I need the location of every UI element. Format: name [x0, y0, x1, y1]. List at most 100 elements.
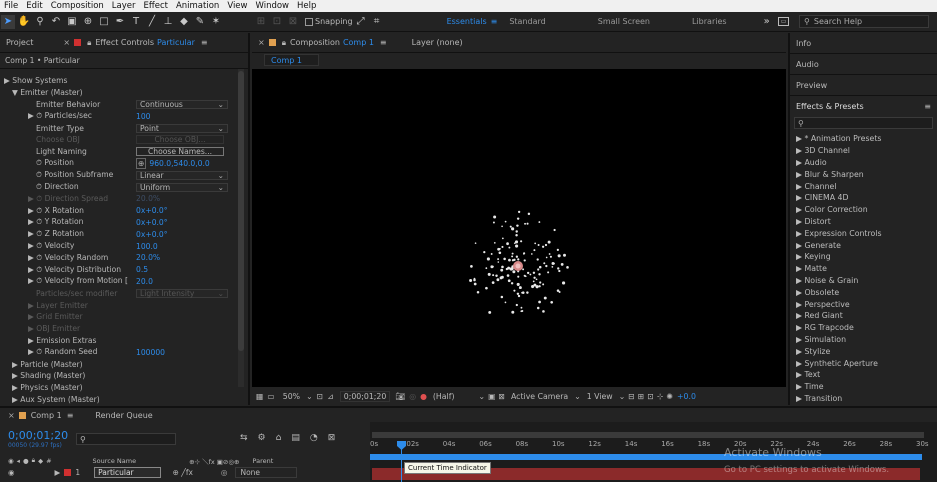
- effects-category[interactable]: ▶ RG Trapcode: [790, 322, 937, 334]
- graph-editor-icon[interactable]: ⊠: [328, 433, 336, 443]
- menu-animation[interactable]: Animation: [172, 1, 223, 11]
- property-row[interactable]: ▶ ⏱ Velocity from Motion [20.0: [0, 276, 248, 288]
- rotation-tool-icon[interactable]: ↶: [49, 15, 63, 29]
- property-value[interactable]: 0x+0.0°: [136, 230, 168, 239]
- effects-category[interactable]: ▶ Noise & Grain: [790, 275, 937, 287]
- effects-category[interactable]: ▶ Distort: [790, 216, 937, 228]
- preview-panel-header[interactable]: Preview: [790, 75, 937, 96]
- video-switch-icon[interactable]: ◉: [8, 457, 14, 465]
- world-axis-icon[interactable]: ⊡: [270, 15, 284, 29]
- property-row[interactable]: ▶ ⏱ Y Rotation 0x+0.0°: [0, 217, 248, 229]
- label-icon[interactable]: ◆: [38, 457, 43, 465]
- search-help-field[interactable]: ⚲ Search Help: [799, 15, 929, 28]
- effects-category[interactable]: ▶ Stylize: [790, 345, 937, 357]
- resolution-dropdown[interactable]: (Half): [433, 392, 455, 401]
- view-axis-icon[interactable]: ⊠: [286, 15, 300, 29]
- workspace-menu-icon[interactable]: ≡: [491, 17, 498, 26]
- position-value[interactable]: 960.0,540.0,0.0: [149, 159, 209, 168]
- chevron-down-icon[interactable]: ⌄: [479, 392, 486, 401]
- expand-icon[interactable]: ▶: [55, 468, 61, 477]
- workspace-small-screen[interactable]: Small Screen: [598, 17, 650, 26]
- layer-tab[interactable]: Layer (none): [412, 38, 463, 47]
- property-row[interactable]: Light Naming Choose Names...: [0, 146, 248, 158]
- property-dropdown[interactable]: Light Intensity ⌄: [136, 288, 228, 298]
- effects-category[interactable]: ▶ Time: [790, 381, 937, 393]
- comp-mini-flowchart-icon[interactable]: ⇆: [240, 433, 248, 443]
- close-icon[interactable]: ×: [8, 411, 15, 420]
- axis-icon[interactable]: ⊞: [254, 15, 268, 29]
- property-dropdown[interactable]: Linear ⌄: [136, 170, 228, 180]
- effects-category[interactable]: ▶ Transition: [790, 393, 937, 405]
- property-value[interactable]: 0x+0.0°: [136, 206, 168, 215]
- property-value[interactable]: 20.0%: [136, 194, 160, 203]
- roi-icon[interactable]: ▣: [488, 392, 495, 401]
- property-value[interactable]: 100.0: [136, 242, 158, 251]
- work-area-range[interactable]: [370, 454, 922, 460]
- property-dropdown[interactable]: Uniform ⌄: [136, 182, 228, 192]
- panel-menu-icon[interactable]: ≡: [201, 38, 208, 47]
- chevron-down-icon[interactable]: ⌄: [574, 392, 581, 401]
- effects-category[interactable]: ▶ Color Correction: [790, 204, 937, 216]
- property-row[interactable]: ▶ Show Systems: [0, 75, 248, 87]
- eraser-tool-icon[interactable]: ◆: [177, 15, 191, 29]
- menu-window[interactable]: Window: [251, 1, 293, 11]
- menu-view[interactable]: View: [223, 1, 251, 11]
- workspace-standard[interactable]: Standard: [509, 17, 545, 26]
- workspace-essentials[interactable]: Essentials: [447, 17, 487, 26]
- effects-category[interactable]: ▶ * Animation Presets: [790, 133, 937, 145]
- exposure-reset-icon[interactable]: ✺: [666, 392, 673, 401]
- type-tool-icon[interactable]: T: [129, 15, 143, 29]
- camera-tool-icon[interactable]: ▣: [65, 15, 79, 29]
- snapping-checkbox[interactable]: [305, 17, 313, 26]
- close-icon[interactable]: ×: [63, 38, 70, 47]
- show-snapshot-icon[interactable]: ◎: [409, 392, 416, 401]
- comp-chip[interactable]: Comp 1: [264, 54, 319, 66]
- timeline-search-field[interactable]: ⚲: [76, 433, 176, 445]
- snap-icon[interactable]: ⤢: [354, 15, 368, 29]
- audio-switch-icon[interactable]: ◂: [17, 457, 20, 465]
- menu-composition[interactable]: Composition: [47, 1, 108, 11]
- property-row[interactable]: ▶ Shading (Master): [0, 370, 248, 382]
- panel-menu-icon[interactable]: ≡: [67, 411, 74, 420]
- lock-icon[interactable]: 🔒︎: [87, 38, 91, 48]
- project-tab[interactable]: Project: [6, 38, 33, 47]
- property-row[interactable]: ⏱ Position ⊕ 960.0,540.0,0.0: [0, 157, 248, 170]
- effects-category[interactable]: ▶ Blur & Sharpen: [790, 168, 937, 180]
- zoom-dropdown[interactable]: 50%: [283, 392, 300, 401]
- toggle-pixel-aspect-icon[interactable]: ⊟: [628, 392, 635, 401]
- pan-behind-tool-icon[interactable]: ⊕: [81, 15, 95, 29]
- brush-tool-icon[interactable]: ╱: [145, 15, 159, 29]
- motion-blur-icon[interactable]: ◔: [310, 433, 318, 443]
- menu-help[interactable]: Help: [293, 1, 320, 11]
- property-row[interactable]: ⏱ Direction Uniform ⌄: [0, 181, 248, 193]
- scrollbar-thumb[interactable]: [238, 71, 244, 351]
- fit-icon[interactable]: ⊡: [317, 392, 324, 401]
- property-row[interactable]: ▶ Emission Extras: [0, 335, 248, 347]
- pen-tool-icon[interactable]: ✒: [113, 15, 127, 29]
- effects-category[interactable]: ▶ CINEMA 4D: [790, 192, 937, 204]
- effects-category[interactable]: ▶ Obsolete: [790, 286, 937, 298]
- effects-category[interactable]: ▶ Perspective: [790, 298, 937, 310]
- property-row[interactable]: ▼ Emitter (Master): [0, 87, 248, 99]
- property-row[interactable]: Particles/sec modifier Light Intensity ⌄: [0, 287, 248, 299]
- camera-dropdown[interactable]: Active Camera: [511, 392, 568, 401]
- effects-category[interactable]: ▶ Text: [790, 369, 937, 381]
- draft-3d-icon[interactable]: ⚙: [258, 433, 266, 443]
- zoom-tool-icon[interactable]: ⚲: [33, 15, 47, 29]
- chevron-down-icon[interactable]: ⌄: [619, 392, 626, 401]
- property-row[interactable]: ▶ Layer Emitter: [0, 299, 248, 311]
- composition-tab-label[interactable]: Composition: [290, 38, 340, 47]
- current-time-display[interactable]: 0;00;01;20: [339, 390, 391, 402]
- more-workspaces-icon[interactable]: »: [764, 16, 770, 27]
- composition-tab-comp[interactable]: Comp 1: [343, 38, 374, 47]
- property-dropdown[interactable]: Point ⌄: [136, 123, 228, 133]
- effects-category[interactable]: ▶ Channel: [790, 180, 937, 192]
- snap-grid-icon[interactable]: ⌗: [370, 15, 384, 29]
- exposure-value[interactable]: +0.0: [677, 392, 696, 401]
- selection-tool-icon[interactable]: ➤: [1, 14, 15, 29]
- source-name-header[interactable]: Source Name: [93, 457, 137, 465]
- work-area-bar[interactable]: [372, 432, 924, 438]
- timeline-timecode[interactable]: 0;00;01;20: [8, 429, 68, 442]
- lock-switch-icon[interactable]: 🔒︎: [32, 456, 35, 465]
- layer-switches-icon[interactable]: ⊕⊹ ＼fx ▣⊘◎⊕: [189, 456, 239, 466]
